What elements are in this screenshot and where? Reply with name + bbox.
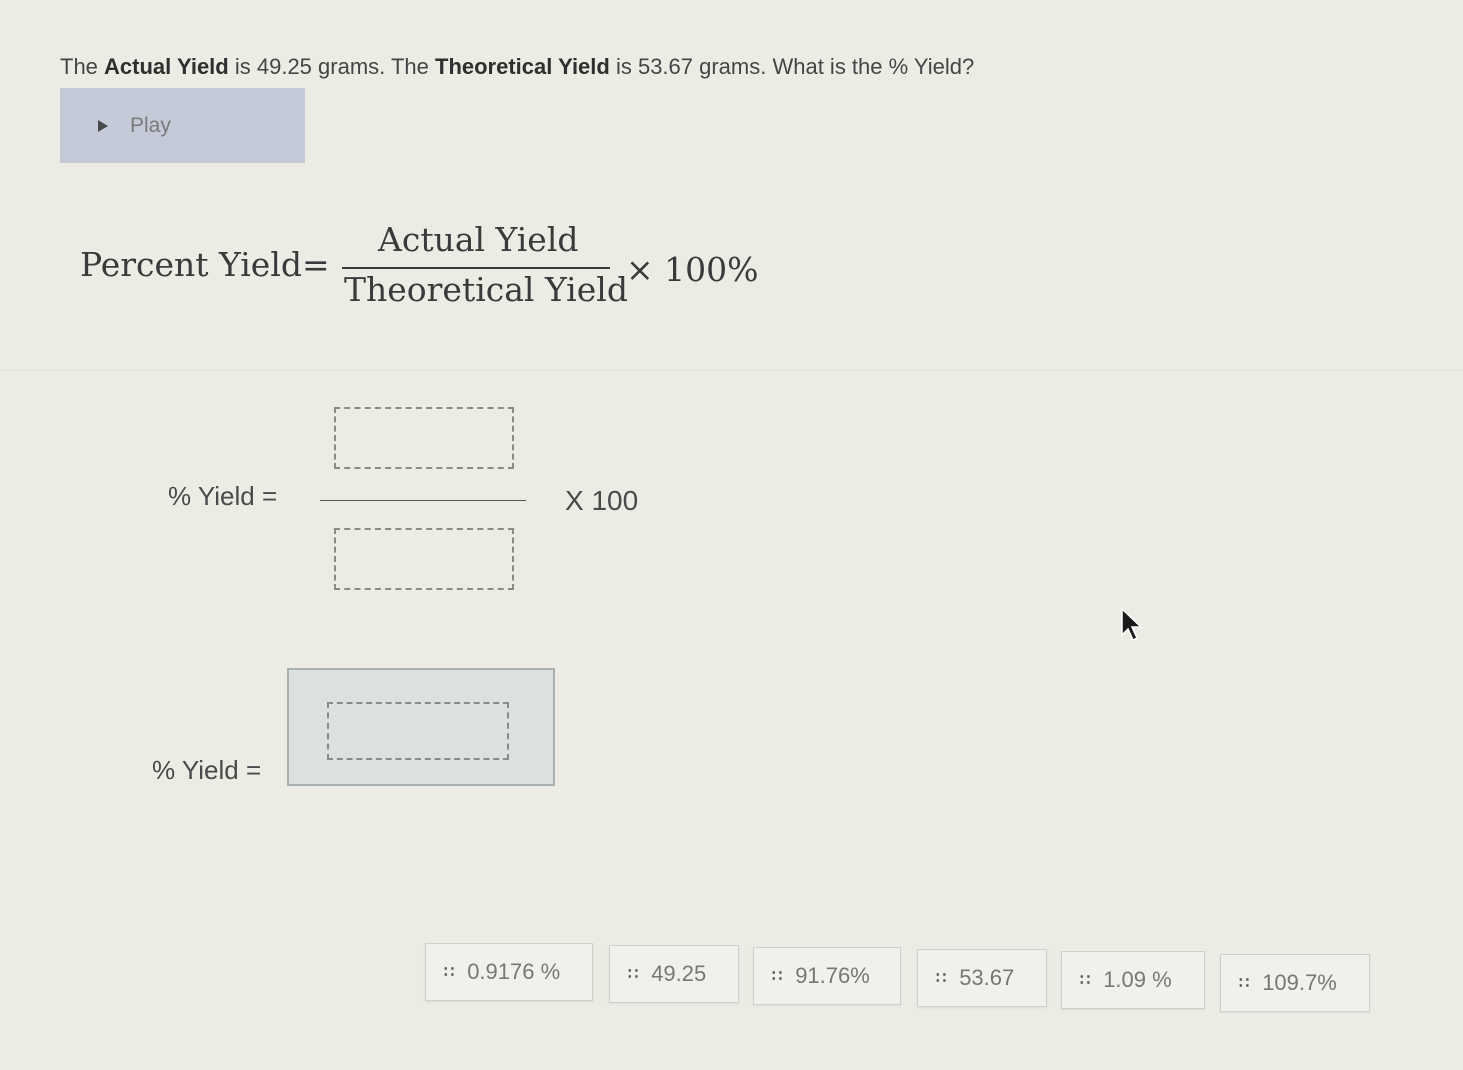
choice-chip[interactable]: ∷ 1.09 % [1061,951,1205,1009]
choice-label: 1.09 % [1103,967,1172,992]
times-100-label: X 100 [565,485,639,516]
calc-yield-label: % Yield = [168,481,278,511]
choice-label: 49.25 [651,961,707,986]
section-divider [0,370,1463,371]
formula-fraction-bar [342,267,610,269]
denominator-drop-slot[interactable] [334,528,514,590]
answer-box [287,668,555,786]
formula-lhs: Percent Yield [80,245,303,284]
actual-yield-bold: Actual Yield [104,54,229,79]
drag-handle-icon: ∷ [936,970,946,987]
mouse-pointer-icon [1121,607,1143,642]
choice-label: 91.76% [795,963,870,988]
choice-chip[interactable]: ∷ 91.76% [753,947,901,1005]
choice-label: 109.7% [1262,970,1337,995]
drag-handle-icon: ∷ [772,968,782,985]
formula-numerator: Actual Yield [378,220,579,259]
drag-handle-icon: ∷ [1239,975,1249,992]
question-part-1: The [60,54,105,79]
formula-denominator: Theoretical Yield [344,270,628,309]
answer-drop-slot[interactable] [327,702,509,760]
formula-multiplier: × 100% [626,250,759,289]
numerator-drop-slot[interactable] [334,407,514,469]
drag-handle-icon: ∷ [1080,972,1090,989]
calc-fraction-bar [320,500,526,501]
drag-handle-icon: ∷ [444,964,454,981]
play-label: Play [130,113,171,137]
answer-yield-label: % Yield = [152,755,262,785]
choice-label: 0.9176 % [467,959,561,984]
formula-equals: = [302,245,330,284]
choice-chip[interactable]: ∷ 0.9176 % [425,943,593,1001]
choice-label: 53.67 [959,965,1015,990]
play-triangle-icon [98,119,108,132]
drag-handle-icon: ∷ [628,966,638,983]
choice-chip[interactable]: ∷ 49.25 [609,945,739,1003]
choice-chip[interactable]: ∷ 109.7% [1220,954,1370,1012]
question-part-3: is 53.67 grams. What is the % Yield? [609,54,975,79]
question-part-2: is 49.25 grams. The [228,54,435,79]
theoretical-yield-bold: Theoretical Yield [435,54,610,79]
question-text: The Actual Yield is 49.25 grams. The The… [60,54,974,80]
play-button[interactable]: Play [60,88,305,163]
choice-chip[interactable]: ∷ 53.67 [917,949,1047,1007]
